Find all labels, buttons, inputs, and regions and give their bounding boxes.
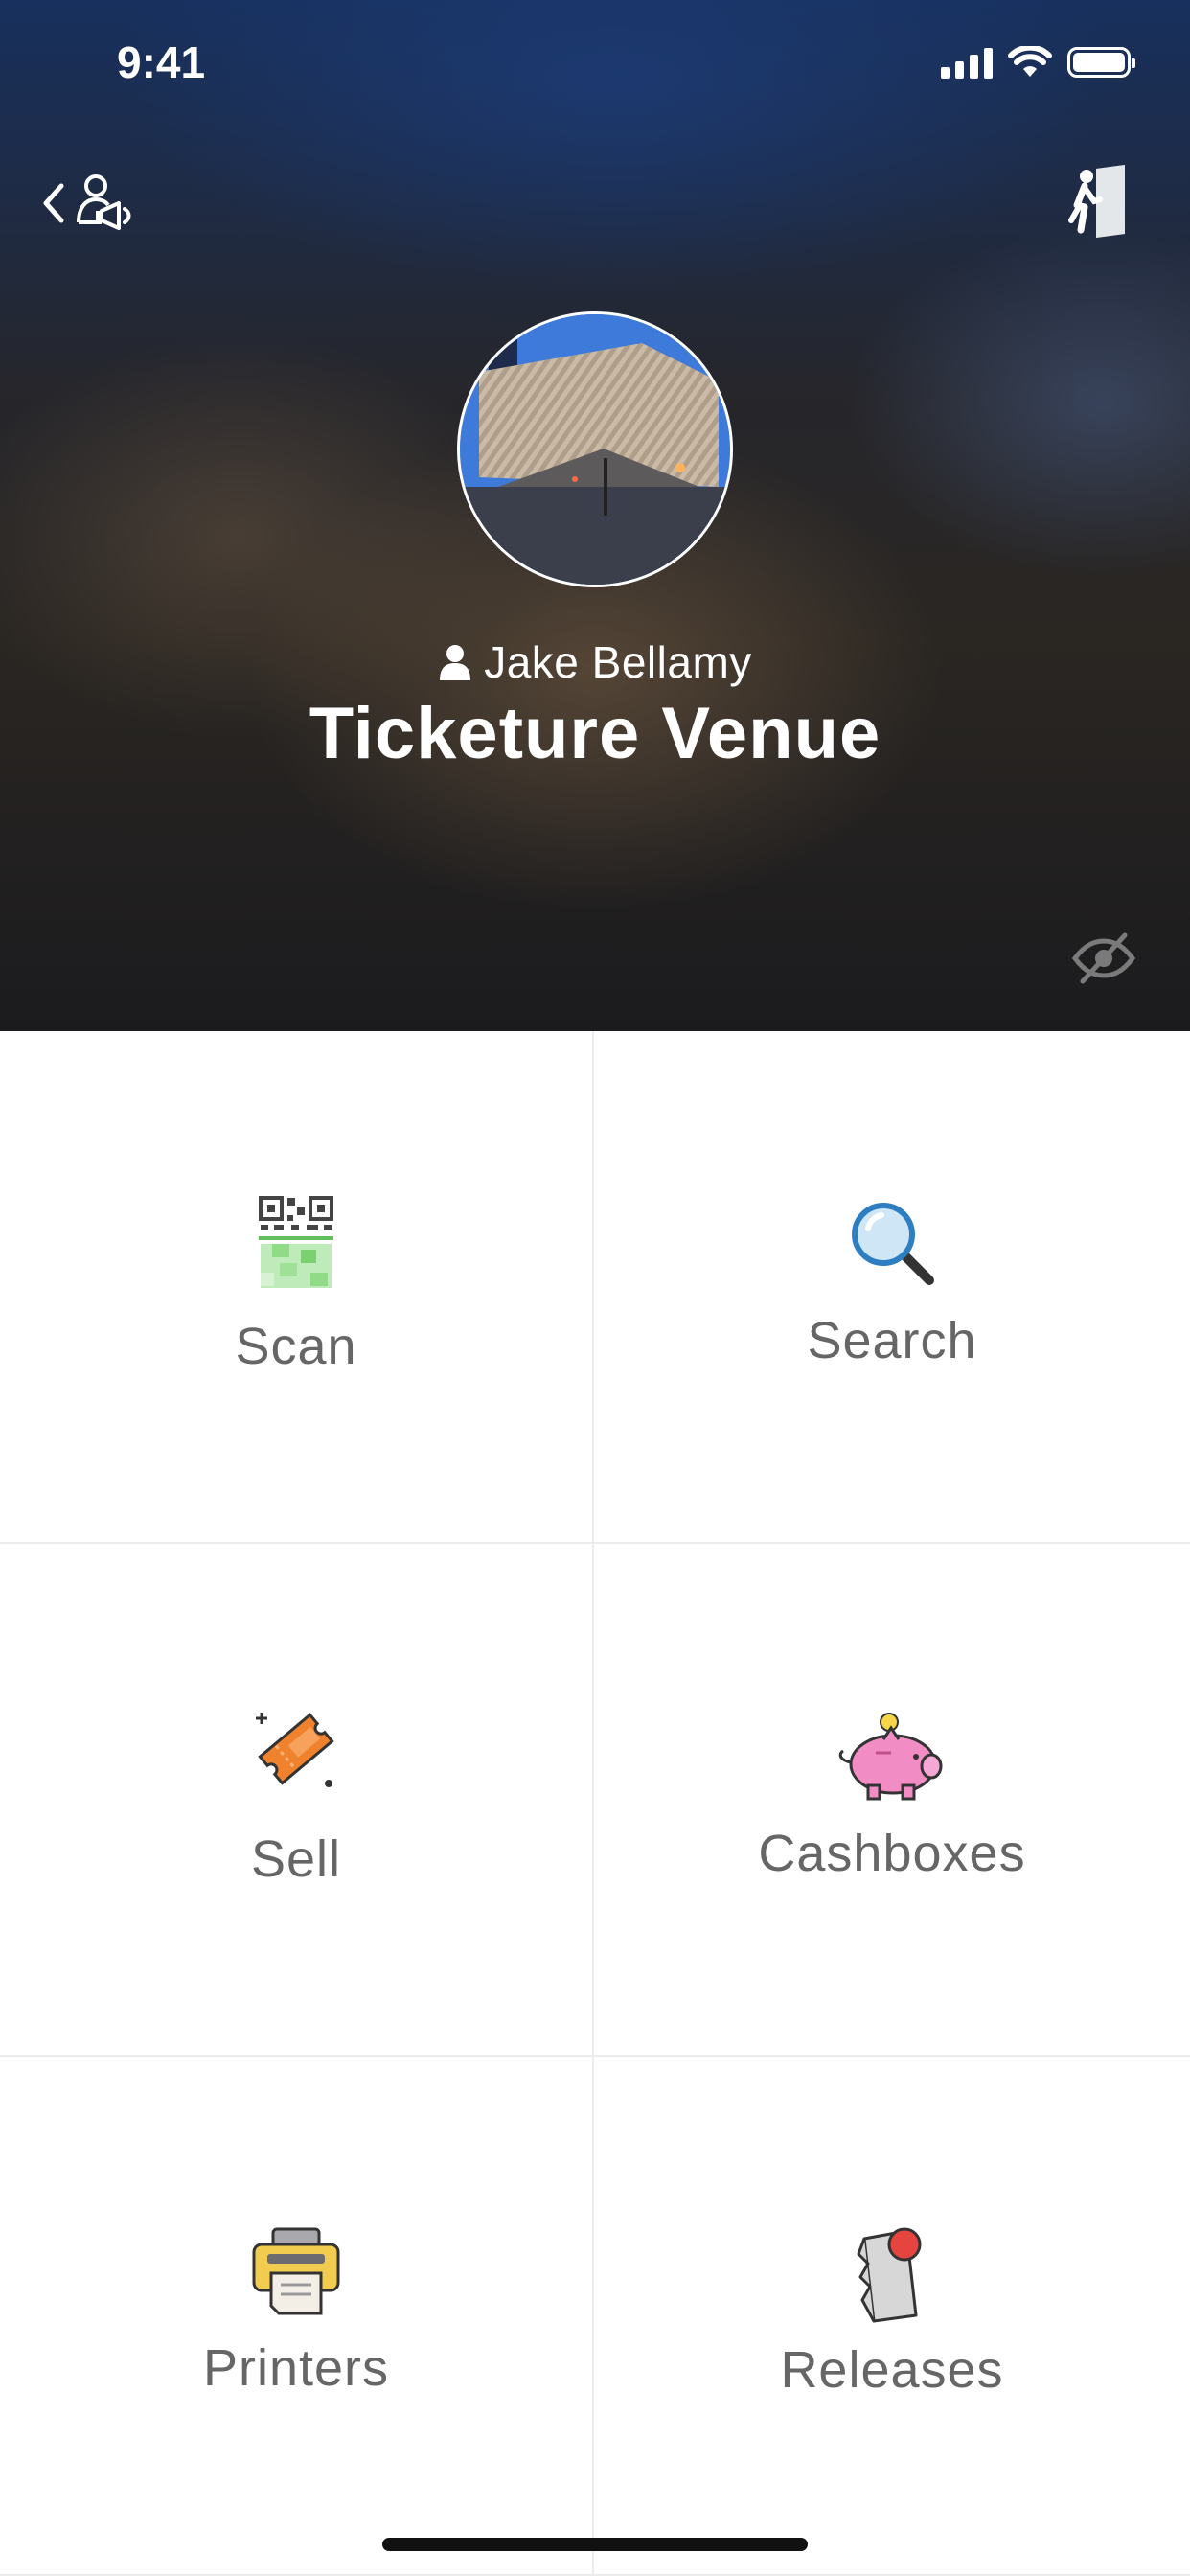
status-icons — [941, 46, 1135, 79]
cellular-signal-icon — [941, 46, 993, 79]
menu-label-sell: Sell — [250, 1830, 342, 1888]
battery-icon — [1067, 47, 1135, 78]
status-time: 9:41 — [117, 37, 206, 87]
eye-slash-icon — [1071, 932, 1136, 984]
magnifier-icon — [852, 1203, 934, 1285]
user-name: Jake Bellamy — [484, 637, 752, 687]
printer-icon — [252, 2227, 340, 2315]
menu-tile-scan[interactable]: Scan — [0, 1031, 594, 1544]
exit-button[interactable] — [1067, 163, 1134, 240]
menu-label-scan: Scan — [235, 1318, 357, 1375]
venue-photo — [460, 314, 730, 585]
menu-tile-printers[interactable]: Printers — [0, 2057, 594, 2576]
menu-label-search: Search — [807, 1312, 977, 1369]
profile-header: 9:41 Jake Bellamy Ticketure Venue — [0, 0, 1190, 1031]
menu-label-printers: Printers — [202, 2339, 390, 2397]
user-megaphone-icon — [77, 174, 131, 230]
person-icon — [440, 645, 471, 680]
ticket-icon — [256, 1713, 334, 1787]
qr-code-icon — [259, 1196, 333, 1288]
menu-tile-search[interactable]: Search — [594, 1031, 1190, 1544]
visibility-toggle[interactable] — [1069, 930, 1138, 987]
user-row: Jake Bellamy — [0, 636, 1190, 688]
release-ticket-icon — [857, 2227, 922, 2323]
wifi-icon — [1008, 46, 1052, 77]
piggy-bank-icon — [838, 1713, 943, 1801]
back-button[interactable] — [40, 169, 155, 238]
menu-label-cashboxes: Cashboxes — [758, 1825, 1026, 1882]
exit-door-icon — [1068, 165, 1125, 238]
menu-tile-sell[interactable]: Sell — [0, 1544, 594, 2057]
venue-name: Ticketure Venue — [309, 693, 881, 774]
venue-avatar[interactable] — [457, 311, 733, 587]
menu-grid: Scan Search Sell Cashboxes Printers Rele… — [0, 1031, 1190, 2576]
menu-label-releases: Releases — [780, 2341, 1004, 2399]
menu-tile-cashboxes[interactable]: Cashboxes — [594, 1544, 1190, 2057]
home-indicator[interactable] — [382, 2538, 808, 2551]
menu-tile-releases[interactable]: Releases — [594, 2057, 1190, 2576]
chevron-left-icon — [43, 183, 64, 223]
